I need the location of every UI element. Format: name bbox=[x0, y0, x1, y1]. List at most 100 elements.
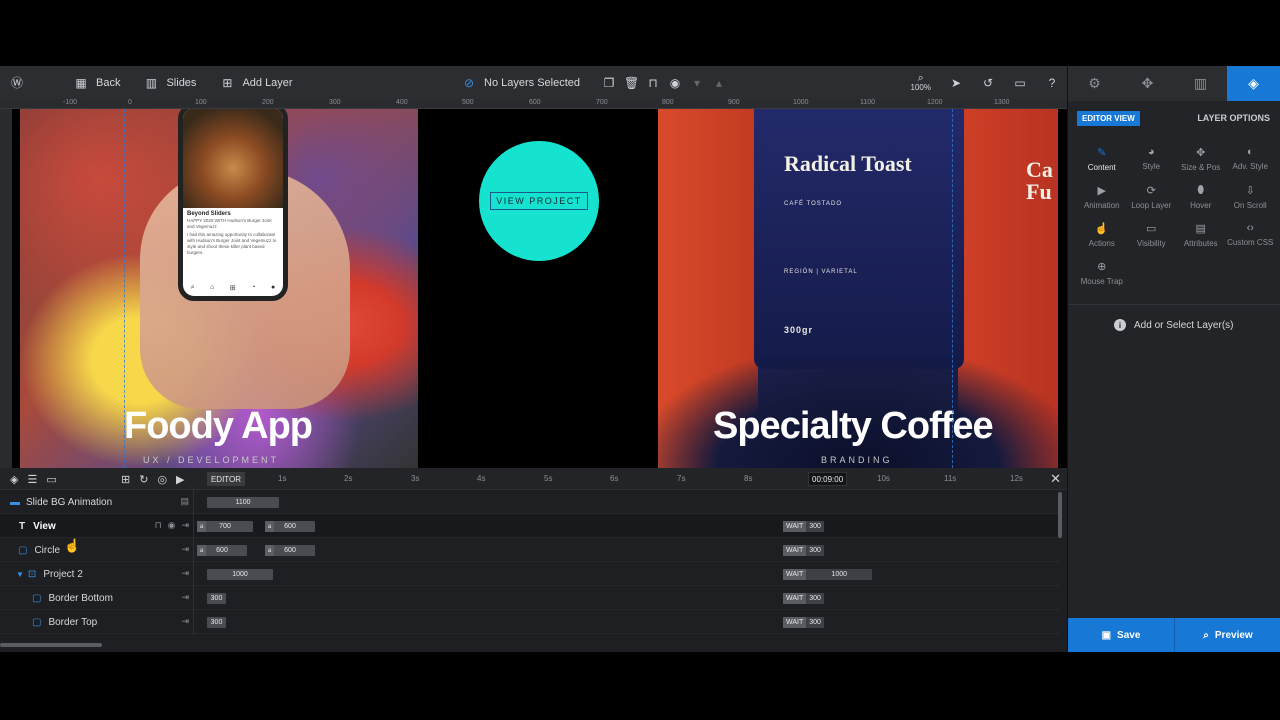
timeline-row[interactable]: ▼ ⊡ Project 2 ⇥ 1000 WAIT 1000 bbox=[0, 562, 1060, 586]
duplicate-icon[interactable]: ❐ bbox=[602, 76, 616, 90]
slides-tab[interactable]: ▥ bbox=[1174, 66, 1227, 101]
option-size-pos[interactable]: ✥ Size & Pos bbox=[1176, 146, 1226, 172]
slide-canvas[interactable]: Beyond Sliders HAPPY 2020 WITH Hudson's … bbox=[12, 109, 1067, 468]
zoom-control[interactable]: ⌕ 100% bbox=[911, 72, 931, 92]
wait-marker[interactable]: WAIT 300 bbox=[783, 617, 824, 628]
option-custom-css[interactable]: ‹› Custom CSS bbox=[1226, 222, 1276, 248]
option-actions[interactable]: ☝ Actions bbox=[1077, 222, 1127, 248]
undo-icon[interactable]: ↺ bbox=[981, 76, 995, 90]
timeline-vertical-scrollbar[interactable] bbox=[1058, 492, 1062, 538]
timeline-row[interactable]: ▬ Slide BG Animation ▤ 1100 bbox=[0, 490, 1060, 514]
list-icon[interactable]: ☰ bbox=[27, 473, 37, 486]
delete-icon[interactable]: 🗑 bbox=[624, 76, 639, 90]
animation-bar[interactable]: 1000 bbox=[207, 569, 273, 580]
current-time-indicator[interactable]: 00:09:00 bbox=[808, 472, 848, 486]
ruler-tick: 1300 bbox=[994, 99, 1010, 106]
pointer-icon[interactable]: ➤ bbox=[949, 76, 963, 90]
wait-marker[interactable]: WAIT 300 bbox=[783, 593, 824, 604]
grid-view-icon[interactable]: ⊞ bbox=[121, 473, 130, 486]
option-label: Content bbox=[1087, 163, 1116, 172]
slide-title-foody[interactable]: Foody App bbox=[124, 405, 313, 448]
folder-icon[interactable]: ▭ bbox=[46, 473, 56, 486]
timeline-row[interactable]: ▢ Border Bottom ⇥ 300 WAIT 300 bbox=[0, 586, 1060, 610]
shape-layer-icon: ▢ bbox=[18, 544, 28, 556]
bg-settings-icon[interactable]: ▤ bbox=[180, 496, 189, 507]
preview-button[interactable]: ⌕ Preview bbox=[1174, 618, 1280, 652]
time-mark: 11s bbox=[944, 474, 957, 483]
enter-icon[interactable]: ⇥ bbox=[181, 616, 189, 627]
row-label: T View ⊓ ◉ ⇥ bbox=[0, 514, 194, 538]
close-icon[interactable]: ✕ bbox=[1050, 471, 1061, 487]
time-mark: 12s bbox=[1010, 474, 1023, 483]
loop-icon[interactable]: ↻ bbox=[139, 473, 148, 486]
search-icon: ⌕ bbox=[190, 284, 195, 291]
wait-marker[interactable]: WAIT 1000 bbox=[783, 569, 873, 580]
slides-button[interactable]: ▥ Slides bbox=[132, 66, 208, 99]
save-button[interactable]: ▣ Save bbox=[1068, 618, 1174, 652]
play-icon[interactable]: ▶ bbox=[176, 473, 184, 486]
lock-icon[interactable]: ⊓ bbox=[155, 520, 162, 531]
timeline-horizontal-scrollbar[interactable] bbox=[0, 643, 102, 647]
layers-icon[interactable]: ◈ bbox=[10, 473, 18, 486]
circle-layer[interactable]: VIEW PROJECT bbox=[479, 141, 599, 261]
slide-specialty-coffee[interactable]: Radical Toast CAFÉ TOSTADO REGIÓN | VARI… bbox=[658, 109, 1058, 468]
help-icon[interactable]: ? bbox=[1045, 76, 1059, 90]
option-visibility[interactable]: ▭ Visibility bbox=[1127, 222, 1177, 248]
ruler-top: -100 0 100 200 300 400 500 600 700 800 9… bbox=[0, 99, 1067, 109]
option-on-scroll[interactable]: ⇩ On Scroll bbox=[1226, 184, 1276, 210]
time-mark: 3s bbox=[411, 474, 420, 483]
enter-icon[interactable]: ⇥ bbox=[181, 520, 189, 531]
ruler-left bbox=[0, 109, 12, 468]
add-layer-button[interactable]: ⊞ Add Layer bbox=[208, 66, 304, 99]
option-animation[interactable]: ▶ Animation bbox=[1077, 184, 1127, 210]
enter-icon[interactable]: ⇥ bbox=[181, 568, 189, 579]
animation-bar-in[interactable]: a 600 bbox=[197, 545, 247, 556]
settings-tab[interactable]: ⚙ bbox=[1068, 66, 1121, 101]
animation-bar[interactable]: 300 bbox=[207, 617, 226, 628]
move-up-icon[interactable]: ▴ bbox=[712, 76, 726, 90]
option-mouse-trap[interactable]: ⊕ Mouse Trap bbox=[1077, 260, 1127, 286]
timeline-row[interactable]: T View ⊓ ◉ ⇥ a 700 a 600 WAIT 300 bbox=[0, 514, 1060, 538]
animation-bar-out[interactable]: a 600 bbox=[265, 521, 315, 532]
enter-icon[interactable]: ⇥ bbox=[181, 544, 189, 555]
option-style[interactable]: ◕ Style bbox=[1127, 146, 1177, 172]
visibility-icon[interactable]: ◉ bbox=[668, 76, 682, 90]
back-button[interactable]: ▦ Back bbox=[34, 66, 132, 99]
move-down-icon[interactable]: ▾ bbox=[690, 76, 704, 90]
option-label: Adv. Style bbox=[1232, 162, 1268, 171]
slide-title-coffee[interactable]: Specialty Coffee bbox=[713, 405, 994, 448]
editor-button[interactable]: EDITOR bbox=[207, 472, 245, 486]
editor-view-badge[interactable]: EDITOR VIEW bbox=[1077, 111, 1140, 126]
chevron-down-icon[interactable]: ▼ bbox=[16, 570, 24, 579]
wait-marker[interactable]: WAIT 300 bbox=[783, 545, 824, 556]
option-content[interactable]: ✎ Content bbox=[1077, 146, 1127, 172]
option-adv-style[interactable]: ◐ Adv. Style bbox=[1226, 146, 1276, 172]
enter-icon[interactable]: ⇥ bbox=[181, 592, 189, 603]
animation-bar[interactable]: 1100 bbox=[207, 497, 279, 508]
slide-subtitle-foody[interactable]: UX / DEVELOPMENT bbox=[143, 455, 279, 465]
time-mark: 6s bbox=[610, 474, 619, 483]
shape-layer-icon: ▢ bbox=[32, 616, 42, 628]
timeline-row[interactable]: ▢ Circle ⇥ a 600 a 600 WAIT 300 bbox=[0, 538, 1060, 562]
navigation-tab[interactable]: ✥ bbox=[1121, 66, 1174, 101]
wordpress-logo-button[interactable]: Ⓦ bbox=[0, 66, 34, 99]
layers-tab[interactable]: ◈ bbox=[1227, 66, 1280, 101]
row-tools: ▤ bbox=[180, 496, 189, 507]
view-project-button[interactable]: VIEW PROJECT bbox=[490, 192, 588, 210]
visibility-icon[interactable]: ◉ bbox=[168, 520, 176, 531]
ruler-tick: 1100 bbox=[860, 99, 876, 106]
option-hover[interactable]: ⬮ Hover bbox=[1176, 184, 1226, 210]
option-loop-layer[interactable]: ⟳ Loop Layer bbox=[1127, 184, 1177, 210]
slide-foody-app[interactable]: Beyond Sliders HAPPY 2020 WITH Hudson's … bbox=[20, 109, 418, 468]
option-attributes[interactable]: ▤ Attributes bbox=[1176, 222, 1226, 248]
animation-bar[interactable]: 300 bbox=[207, 593, 226, 604]
speed-icon[interactable]: ◎ bbox=[157, 473, 167, 486]
slide-subtitle-coffee[interactable]: BRANDING bbox=[821, 455, 893, 465]
option-label: Mouse Trap bbox=[1080, 277, 1123, 286]
animation-bar-in[interactable]: a 700 bbox=[197, 521, 253, 532]
desktop-icon[interactable]: ▭ bbox=[1013, 76, 1027, 90]
lock-icon[interactable]: ⊓ bbox=[646, 76, 660, 90]
animation-bar-out[interactable]: a 600 bbox=[265, 545, 315, 556]
timeline-row[interactable]: ▢ Border Top ⇥ 300 WAIT 300 bbox=[0, 610, 1060, 634]
wait-marker[interactable]: WAIT 300 bbox=[783, 521, 824, 532]
